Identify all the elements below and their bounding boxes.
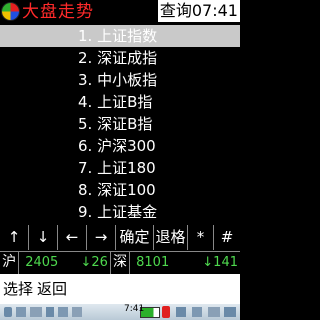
index-ticker: 沪 2405 ↓26 深 8101 ↓141	[0, 251, 240, 275]
alarm-icon	[58, 307, 68, 317]
sz-index-value: 8101	[136, 255, 170, 270]
back-softkey[interactable]: 返回	[37, 278, 67, 299]
signal-icon	[162, 306, 170, 318]
keyboard-icon	[176, 307, 186, 317]
gprs-icon	[30, 307, 42, 317]
key-down-arrow[interactable]: ↓	[29, 225, 58, 250]
menu-item-sh-composite[interactable]: 1. 上证指数	[0, 25, 240, 47]
key-hash[interactable]: #	[214, 225, 240, 250]
home-icon	[224, 307, 236, 317]
menu-item-sme-board[interactable]: 3. 中小板指	[0, 69, 240, 91]
app-logo-icon	[2, 3, 19, 20]
sz-index-label: 深	[111, 252, 131, 274]
sz-index-change: ↓141	[202, 255, 238, 270]
key-right-arrow[interactable]: →	[87, 225, 116, 250]
softkey-bar: 选择 返回	[0, 274, 240, 304]
menu-icon	[208, 307, 220, 317]
index-menu-list: 1. 上证指数 2. 深证成指 3. 中小板指 4. 上证B指 5. 深证B指 …	[0, 25, 240, 223]
status-clock: 7:41	[124, 304, 145, 314]
key-confirm[interactable]: 确定	[116, 225, 154, 250]
bluetooth-icon	[46, 307, 54, 317]
sh-index-change: ↓26	[65, 252, 111, 274]
menu-item-sz-component[interactable]: 2. 深证成指	[0, 47, 240, 69]
menu-item-sz-b[interactable]: 5. 深证B指	[0, 113, 240, 135]
key-up-arrow[interactable]: ↑	[0, 225, 29, 250]
title-bar: 大盘走势 查询07:41	[0, 0, 240, 24]
menu-item-sh-b[interactable]: 4. 上证B指	[0, 91, 240, 113]
sh-index-value: 2405	[25, 255, 59, 270]
app-title: 大盘走势	[22, 2, 94, 22]
menu-item-sh-fund[interactable]: 9. 上证基金	[0, 201, 240, 223]
query-time-button[interactable]: 查询07:41	[157, 0, 240, 22]
key-left-arrow[interactable]: ←	[58, 225, 87, 250]
menu-item-sh180[interactable]: 7. 上证180	[0, 157, 240, 179]
system-status-bar	[0, 304, 240, 320]
sms-icon	[16, 307, 26, 317]
key-star[interactable]: *	[188, 225, 214, 250]
sh-index-label: 沪	[0, 252, 20, 274]
menu-item-csi300[interactable]: 6. 沪深300	[0, 135, 240, 157]
select-softkey[interactable]: 选择	[3, 278, 33, 299]
settings-icon	[72, 307, 82, 317]
key-backspace[interactable]: 退格	[154, 225, 188, 250]
network-icon	[4, 307, 12, 317]
virtual-keypad: ↑ ↓ ← → 确定 退格 * #	[0, 225, 240, 250]
volume-icon	[192, 307, 202, 317]
menu-item-sz100[interactable]: 8. 深证100	[0, 179, 240, 201]
